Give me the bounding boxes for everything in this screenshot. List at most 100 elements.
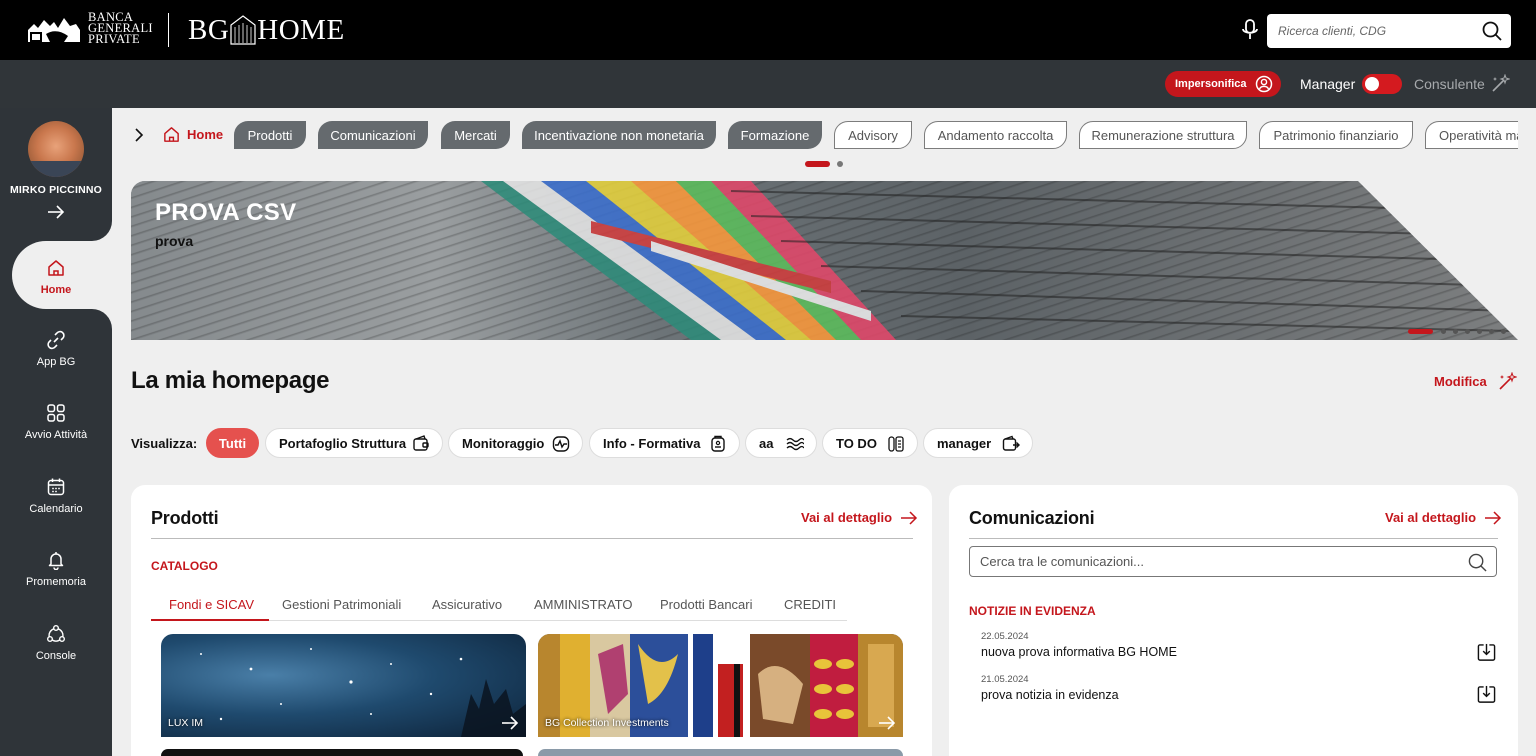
product-tab-active-indicator [151,619,269,621]
lion-icon [28,18,80,42]
banner-subtitle: prova [155,233,194,249]
user-name: MIRKO PICCINNO [9,184,103,196]
chip-label: TO DO [836,435,877,451]
pager-dot[interactable] [1441,329,1446,334]
tile-label: LUX IM [168,717,204,729]
filter-chip-monitoraggio[interactable]: Monitoraggio [448,428,583,458]
bg-home-logo[interactable]: BG HOME [188,13,345,47]
product-tile[interactable] [538,749,903,756]
tab-incentivazione[interactable]: Incentivazione non monetaria [522,121,716,149]
chip-label: manager [937,435,992,451]
wallet-icon [413,435,429,451]
filter-chip-aa[interactable]: aa [745,428,817,458]
product-tile[interactable] [161,749,523,756]
filter-chip-portafoglio-struttura[interactable]: Portafoglio Struttura [265,428,443,458]
news-item-title[interactable]: prova notizia in evidenza [981,688,1119,702]
tab-fondi-sicav[interactable]: Fondi e SICAV [169,597,254,612]
microphone-icon[interactable] [1240,19,1260,41]
pager-dot[interactable] [1477,329,1482,334]
product-tile-lux-im[interactable]: LUX IM [161,634,526,737]
logo-divider [168,13,169,47]
client-search-input[interactable] [1267,14,1467,48]
news-item-title[interactable]: nuova prova informativa BG HOME [981,645,1177,659]
pager-dot-active[interactable] [1408,329,1433,334]
tab-comunicazioni[interactable]: Comunicazioni [318,121,428,149]
pager-dot[interactable] [1489,329,1494,334]
download-icon[interactable] [1477,643,1496,662]
comunicazioni-title: Comunicazioni [969,508,1095,528]
bg-home-logo-right: HOME [257,14,345,46]
tab-formazione[interactable]: Formazione [728,121,822,149]
sidebar-item-promemoria[interactable]: Promemoria [0,550,112,588]
chevron-right-icon[interactable] [133,127,145,143]
arrow-right-icon [1485,510,1502,525]
tab-advisory[interactable]: Advisory [834,121,912,149]
tab-operativita[interactable]: Operatività ma [1425,121,1518,149]
sidebar-item-avvio-attivita[interactable]: Avvio Attività [0,403,112,441]
filter-chip-manager[interactable]: manager [923,428,1033,458]
search-icon[interactable] [1482,21,1502,41]
sidebar-item-calendario[interactable]: Calendario [0,477,112,515]
download-icon[interactable] [1477,685,1496,704]
tab-remunerazione-struttura[interactable]: Remunerazione struttura [1079,121,1247,149]
tab-prodotti-bancari[interactable]: Prodotti Bancari [660,597,753,612]
tab-prodotti[interactable]: Prodotti [234,121,306,149]
prodotti-detail-link[interactable]: Vai al dettaglio [801,510,918,525]
manager-label: Manager [1300,76,1356,92]
pager-dot[interactable] [1501,329,1506,334]
client-search [1267,14,1511,48]
sidebar-item-label: Promemoria [26,576,86,588]
tab-crediti[interactable]: CREDITI [784,597,836,612]
bell-icon [48,552,64,570]
tab-label: Incentivazione non monetaria [534,127,704,143]
sidebar-item-label: App BG [36,356,76,368]
sidebar-item-app-bg[interactable]: App BG [0,330,112,368]
banca-generali-logo[interactable]: BANCA GENERALI PRIVATE [24,11,154,50]
comunicazioni-search-input[interactable] [970,547,1450,576]
tab-label: Andamento raccolta [937,127,1054,143]
manager-consulente-toggle[interactable] [1362,74,1402,94]
pager-dot[interactable] [1465,329,1470,334]
pager-dot[interactable] [1453,329,1458,334]
tab-mercati[interactable]: Mercati [441,121,510,149]
tile-label: BG Collection Investments [545,717,669,729]
banner-stripes [481,181,1512,340]
sidebar-item-label: Avvio Attività [24,429,88,441]
magic-wand-icon[interactable] [1497,372,1517,392]
filter-label: Visualizza: [131,436,198,451]
impersonifica-button[interactable]: Impersonifica [1165,71,1281,97]
tab-label: Mercati [454,127,497,143]
pager-dot-active[interactable] [805,161,830,167]
tab-gestioni-patrimoniali[interactable]: Gestioni Patrimoniali [282,597,401,612]
tile-image-stars [200,648,526,737]
tab-amministrato[interactable]: AMMINISTRATO [534,597,632,612]
tab-andamento-raccolta[interactable]: Andamento raccolta [924,121,1067,149]
tab-assicurativo[interactable]: Assicurativo [432,597,502,612]
sidebar-item-home[interactable]: Home [0,258,112,296]
search-icon[interactable] [1468,553,1487,572]
filter-chip-to-do[interactable]: TO DO [822,428,918,458]
sidebar-item-label: Home [40,284,72,296]
product-tile-bg-collection[interactable]: BG Collection Investments [538,634,903,737]
catalogo-heading: CATALOGO [151,559,218,573]
home-icon [48,260,64,276]
wallet-arrow-icon [1002,435,1020,451]
magic-wand-icon[interactable] [1490,74,1510,94]
chip-label: Portafoglio Struttura [279,435,407,451]
arrow-right-icon[interactable] [46,205,66,219]
modifica-link[interactable]: Modifica [1434,374,1487,389]
chip-label: Tutti [218,435,247,451]
user-circle-icon [1255,75,1273,93]
comunicazioni-detail-link[interactable]: Vai al dettaglio [1385,510,1502,525]
tab-home[interactable]: Home [162,125,223,144]
filter-chip-info-formativa[interactable]: Info - Formativa [589,428,740,458]
checklist-icon [888,436,904,452]
filter-chip-tutti[interactable]: Tutti [206,428,259,458]
pager-dot[interactable] [837,161,843,167]
avatar[interactable] [28,121,84,177]
hero-banner[interactable]: PROVA CSV prova [131,181,1518,340]
banner-corner-cut [1358,181,1518,340]
tab-patrimonio-finanziario[interactable]: Patrimonio finanziario [1259,121,1413,149]
calendar-icon [47,478,65,496]
sidebar-item-console[interactable]: Console [0,624,112,662]
